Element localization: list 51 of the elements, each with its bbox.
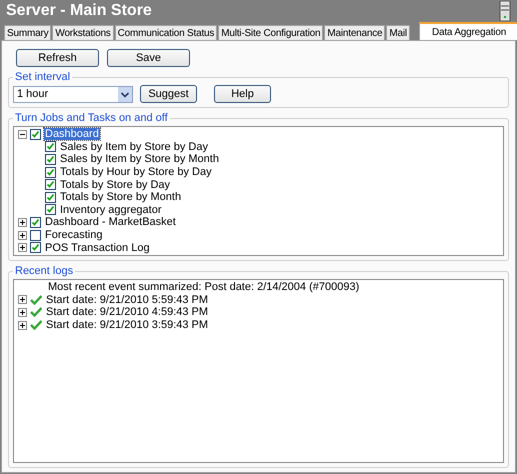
expand-icon[interactable] xyxy=(18,243,27,252)
tree-item[interactable]: Dashboard - MarketBasket xyxy=(44,216,177,228)
expand-icon[interactable] xyxy=(18,230,27,240)
log-summary: Most recent event summarized: Post date: 2/14/2004 (#700093) xyxy=(47,281,360,294)
checkbox[interactable] xyxy=(45,192,56,203)
group-label: Recent logs xyxy=(14,265,74,277)
checkmark-icon xyxy=(30,320,42,330)
tab[interactable]: Multi-Site Configuration xyxy=(218,25,324,40)
tree-item[interactable]: Sales by Item by Store by Day xyxy=(59,140,209,153)
interval-dropdown[interactable]: 1 hour xyxy=(13,86,133,102)
collapse-icon[interactable] xyxy=(18,130,27,139)
tab[interactable]: Maintenance xyxy=(324,25,386,40)
checkmark-icon xyxy=(30,294,42,305)
group-label: Set interval xyxy=(14,71,72,83)
checkbox[interactable] xyxy=(30,242,41,254)
tree-item[interactable]: POS Transaction Log xyxy=(44,242,151,254)
group-label: Turn Jobs and Tasks on and off xyxy=(14,112,169,124)
tab[interactable]: Summary xyxy=(4,25,52,40)
checkbox[interactable] xyxy=(45,141,56,152)
tab[interactable]: Mail xyxy=(386,25,410,40)
tab[interactable]: Communication Status xyxy=(114,25,218,40)
expand-icon[interactable] xyxy=(18,218,27,227)
server-icon xyxy=(499,1,511,21)
log-entry[interactable]: Start date: 9/21/2010 3:59:43 PM xyxy=(45,319,210,332)
checkbox[interactable] xyxy=(45,204,56,216)
button[interactable]: Save xyxy=(107,49,190,67)
log-entry[interactable]: Start date: 9/21/2010 5:59:43 PM xyxy=(45,294,210,306)
checkmark-icon xyxy=(30,307,42,318)
button[interactable]: Help xyxy=(214,85,271,103)
tree-item[interactable]: Totals by Store by Day xyxy=(59,178,172,191)
tree-item[interactable]: Totals by Store by Month xyxy=(59,191,182,204)
checkbox[interactable] xyxy=(45,154,56,165)
tree-item[interactable]: Forecasting xyxy=(44,229,104,242)
expand-icon[interactable] xyxy=(18,320,27,330)
checkbox[interactable] xyxy=(45,166,56,178)
expand-icon[interactable] xyxy=(18,295,27,304)
checkbox[interactable] xyxy=(30,128,41,140)
tab[interactable]: Workstations xyxy=(52,25,114,40)
button[interactable]: Suggest xyxy=(140,85,197,103)
window-title: Server - Main Store xyxy=(6,2,152,20)
expand-icon[interactable] xyxy=(18,308,27,317)
tree-item[interactable]: Totals by Hour by Store by Day xyxy=(59,166,213,178)
tree-item[interactable]: Sales by Item by Store by Month xyxy=(59,153,220,166)
button[interactable]: Refresh xyxy=(16,49,99,67)
log-entry[interactable]: Start date: 9/21/2010 4:59:43 PM xyxy=(45,306,210,318)
tab[interactable]: Data Aggregation xyxy=(418,22,517,40)
checkbox[interactable] xyxy=(30,216,41,228)
tree-item[interactable]: Inventory aggregator xyxy=(59,204,163,216)
tree-item[interactable]: Dashboard xyxy=(44,128,100,140)
checkbox[interactable] xyxy=(30,230,41,241)
checkbox[interactable] xyxy=(45,179,56,190)
